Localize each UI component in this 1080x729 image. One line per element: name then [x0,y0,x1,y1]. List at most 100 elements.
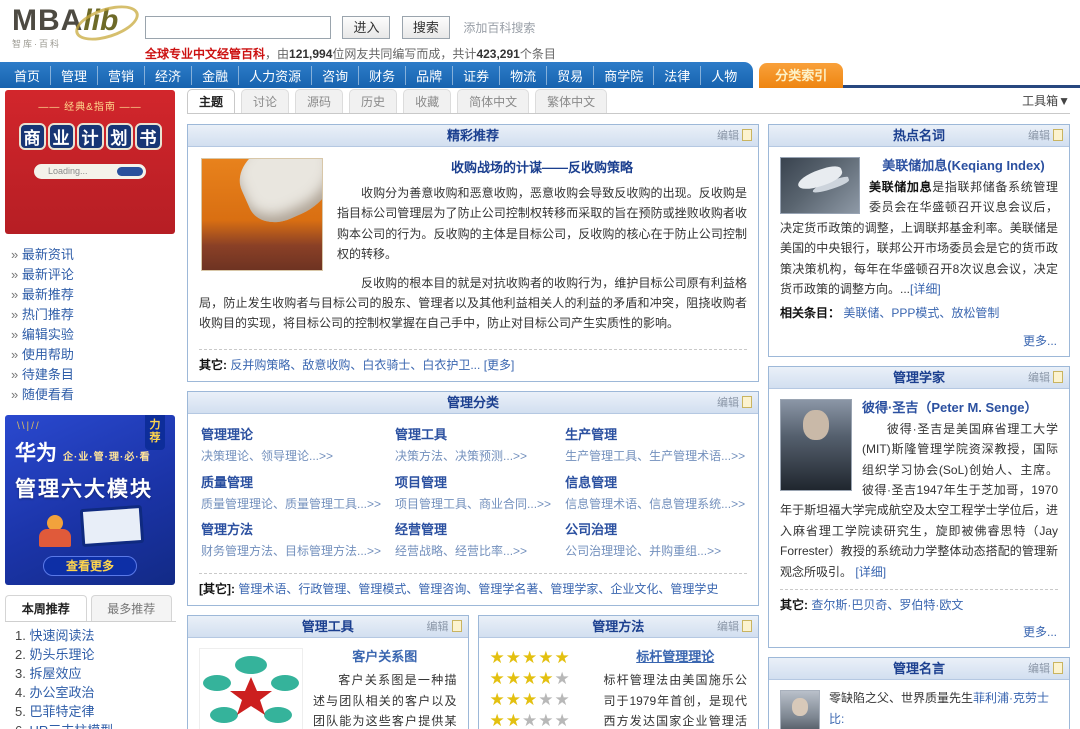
search-input[interactable] [145,16,331,39]
tab-source[interactable]: 源码 [295,89,344,113]
category-name[interactable]: 管理理论 [201,424,381,446]
box-header: 管理名言 编辑 [769,658,1069,681]
edit-link[interactable]: 编辑 [717,125,752,147]
ranking-item[interactable]: 快速阅读法 [15,629,176,643]
edit-link[interactable]: 编辑 [1028,658,1063,680]
nav-tab-category-index[interactable]: 分类索引 [759,63,844,88]
sidebar-item-latest-comments[interactable]: 最新评论 [11,267,174,283]
tab-history[interactable]: 历史 [349,89,398,113]
ranking-item[interactable]: 办公室政治 [15,686,176,700]
nav-item-law[interactable]: 法律 [654,65,702,85]
sidebar-item-edit-sandbox[interactable]: 编辑实验 [11,327,174,343]
tab-weekly-recommend[interactable]: 本周推荐 [5,595,87,621]
category-name[interactable]: 管理工具 [395,424,551,446]
site-logo[interactable]: MBAlib 智库·百科 [12,0,144,49]
tab-simplified-chinese[interactable]: 简体中文 [457,89,530,113]
nav-item-economy[interactable]: 经济 [145,65,193,85]
nav-item-accounting[interactable]: 财务 [359,65,407,85]
article-paragraph-2: 反收购的根本目的就是对抗收购者的收购行为，维护目标公司原有利益格局，防止发生收购… [199,275,747,331]
detail-link[interactable]: [详细] [855,565,886,579]
tab-most-recommend[interactable]: 最多推荐 [90,595,172,621]
search-button[interactable]: 搜索 [401,16,450,39]
quotes-content: 零缺陷之父、世界质量先生菲利浦·克劳士比: “将良品率预定为85%，那么便表示容… [769,680,1069,729]
other-entry-links[interactable]: 查尔斯·巴贝奇、罗伯特·欧文 [811,598,963,612]
nav-item-finance[interactable]: 金融 [192,65,240,85]
category-links[interactable]: 生产管理工具、生产管理术语...>> [565,446,745,466]
box-title: 精彩推荐 [446,128,499,143]
category-links[interactable]: 决策理论、领导理论...>> [201,446,381,466]
other-category-links[interactable]: 管理术语、行政管理、管理模式、管理咨询、管理学名著、管理学家、企业文化、管理学史 [238,582,718,596]
ranking-item[interactable]: 巴菲特定律 [15,705,176,719]
category-name[interactable]: 质量管理 [201,472,381,494]
category-links[interactable]: 质量管理理论、质量管理工具...>> [201,494,381,514]
tab-subject[interactable]: 主题 [187,89,236,113]
quote-author-portrait[interactable] [780,690,820,729]
nav-item-consulting[interactable]: 咨询 [312,65,360,85]
nav-item-home[interactable]: 首页 [4,65,52,85]
hotword-thumbnail[interactable] [780,157,860,214]
nav-item-people[interactable]: 人物 [701,66,747,85]
sidebar-item-help[interactable]: 使用帮助 [11,347,174,363]
category-name[interactable]: 信息管理 [565,472,745,494]
category-name[interactable]: 管理方法 [201,519,381,541]
nav-item-hr[interactable]: 人力资源 [239,65,313,85]
category-name[interactable]: 公司治理 [565,519,745,541]
box-title: 管理学家 [892,369,945,385]
ranking-item[interactable]: 拆屋效应 [15,667,176,681]
category-cell: 管理理论 决策理论、领导理论...>> [201,424,381,466]
edit-link[interactable]: 编辑 [717,616,752,638]
category-name[interactable]: 项目管理 [395,472,551,494]
edit-link[interactable]: 编辑 [1028,125,1063,147]
categories-grid: 管理理论 决策理论、领导理论...>> 管理工具 决策方法、决策预测...>> 生产… [199,422,747,565]
nav-item-bschool[interactable]: 商学院 [594,65,655,85]
nav-item-securities[interactable]: 证券 [453,65,501,85]
edit-link[interactable]: 编辑 [427,616,462,638]
tab-favorite[interactable]: 收藏 [403,89,452,113]
nav-item-brand[interactable]: 品牌 [406,65,454,85]
ranking-item[interactable]: 奶头乐理论 [15,648,176,662]
sidebar-item-latest-recommend[interactable]: 最新推荐 [11,287,174,303]
enter-button[interactable]: 进入 [342,16,391,39]
ranking-item[interactable]: HR三支柱模型 [15,724,176,729]
category-links[interactable]: 财务管理方法、目标管理方法...>> [201,541,381,561]
guru-portrait[interactable] [780,398,852,491]
search-hint-link[interactable]: 添加百科搜索 [463,21,535,35]
box-header: 精彩推荐 编辑 [188,125,758,147]
category-name[interactable]: 经营管理 [395,519,551,541]
category-links[interactable]: 公司治理理论、并购重组...>> [565,541,745,561]
sidebar-item-random-page[interactable]: 随便看看 [11,387,174,403]
sidebar-item-latest-news[interactable]: 最新资讯 [11,247,174,263]
category-links[interactable]: 项目管理工具、商业合同...>> [395,494,551,514]
sidebar-menu: 最新资讯 最新评论 最新推荐 热门推荐 编辑实验 使用帮助 待建条目 随便看看 [5,234,176,415]
customer-map-thumbnail[interactable]: customer map [199,648,303,729]
nav-item-trade[interactable]: 贸易 [547,65,595,85]
toolbox-dropdown[interactable]: 工具箱▼ [1022,92,1070,113]
tab-traditional-chinese[interactable]: 繁体中文 [535,89,608,113]
editor-count: 121,994 [289,47,333,61]
nav-item-logistics[interactable]: 物流 [500,65,548,85]
category-name[interactable]: 生产管理 [565,424,745,446]
sidebar-item-hot-recommend[interactable]: 热门推荐 [11,307,174,323]
more-link[interactable]: 更多... [769,621,1069,647]
category-links[interactable]: 决策方法、决策预测...>> [395,446,551,466]
benchmark-stars-thumbnail[interactable] [490,648,594,729]
edit-link[interactable]: 编辑 [717,392,752,414]
category-links[interactable]: 信息管理术语、信息管理系统...>> [565,494,745,514]
more-link[interactable]: 更多... [769,330,1069,356]
nav-item-marketing[interactable]: 营销 [98,65,146,85]
box-header: 热点名词 编辑 [769,125,1069,147]
more-link[interactable]: [更多] [484,358,515,372]
edit-link[interactable]: 编辑 [1028,367,1063,389]
other-entry-links[interactable]: 反并购策略、敌意收购、白衣骑士、白衣护卫... [230,358,480,372]
category-links[interactable]: 经营战略、经营比率...>> [395,541,551,561]
article-thumbnail[interactable] [201,158,323,271]
tagline-mid2: 位网友共同编写而成，共计 [332,47,477,61]
huawei-course-ad-banner[interactable]: \\|// 力荐 华为 企·业·管·理·必·看 管理六大模块 查看更多 [5,415,175,585]
detail-link[interactable]: [详细] [910,282,941,296]
nav-item-management[interactable]: 管理 [51,65,99,85]
tab-discussion[interactable]: 讨论 [241,89,290,113]
related-entry-links[interactable]: 美联储、PPP模式、放松管制 [843,306,999,320]
see-more-button[interactable]: 查看更多 [43,556,137,576]
business-plan-ad-banner[interactable]: —— 经典&指南 —— 商业计划书 Loading... [5,90,175,234]
sidebar-item-wanted-entries[interactable]: 待建条目 [11,367,174,383]
